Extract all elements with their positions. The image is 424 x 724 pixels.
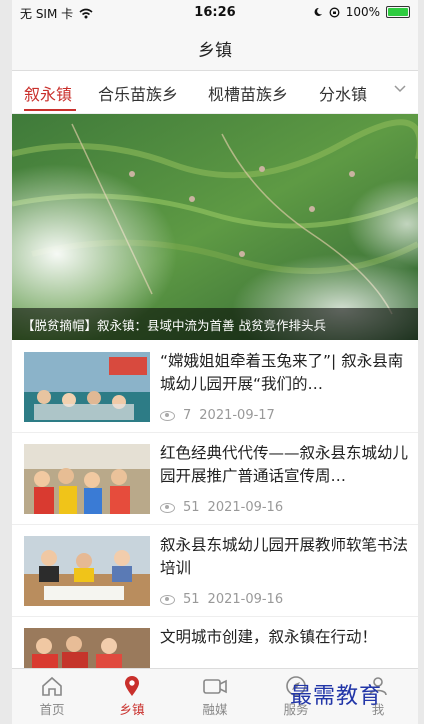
eye-icon [160,410,175,421]
article-thumbnail [24,444,150,514]
location-pin-icon [125,676,139,696]
tabbar-label: 融媒 [202,702,228,717]
battery-icon [386,6,410,18]
article-title: 叙永县东城幼儿园开展教师软笔书法培训 [160,536,408,577]
article-date: 2021-09-17 [199,408,275,423]
tab-jiancao[interactable]: 枧槽苗族乡 [208,81,288,105]
watermark-text: 最需教育 [290,684,383,709]
eye-icon [160,502,175,513]
article-title: “嫦娥姐姐牵着玉兔来了”| 叙永县南城幼儿园开展“我们的… [160,352,404,393]
tabbar-label: 首页 [39,702,65,717]
navigation-bar: 乡镇 [12,26,418,71]
video-camera-icon [203,679,227,694]
hero-image [12,114,418,340]
article-date: 2021-09-16 [207,592,284,607]
article-title: 文明城市创建，叙永镇在行动！ [160,628,378,646]
home-icon [42,676,62,696]
view-count: 51 [183,500,200,515]
hero-caption: 【脱贫摘帽】叙永镇：县域中流为首善 战贫竞作排头兵 [12,308,418,340]
tabbar-item-town[interactable]: 乡镇 [92,669,172,724]
battery-percent: 100% [345,5,380,19]
town-tabs: 叙永镇 合乐苗族乡 枧槽苗族乡 分水镇 [12,71,418,114]
article-item[interactable]: “嫦娥姐姐牵着玉兔来了”| 叙永县南城幼儿园开展“我们的… 7 2021-09-… [12,340,418,433]
tab-hele[interactable]: 合乐苗族乡 [98,81,178,105]
page-title: 乡镇 [198,40,232,61]
article-thumbnail [24,352,150,422]
article-title: 红色经典代代传——叙永县东城幼儿园开展推广普通话宣传周… [160,444,408,485]
tabbar-label: 乡镇 [119,702,145,717]
article-item[interactable]: 叙永县东城幼儿园开展教师软笔书法培训 51 2021-09-16 [12,524,418,617]
tabbar-item-media[interactable]: 融媒 [175,669,255,724]
eye-icon [160,594,175,605]
tab-fenshui[interactable]: 分水镇 [319,81,367,105]
hero-banner[interactable]: 【脱贫摘帽】叙永镇：县域中流为首善 战贫竞作排头兵 [12,114,418,340]
chevron-down-icon[interactable] [394,85,406,93]
app-frame: 无 SIM 卡 16:26 100% 乡镇 叙永镇 合乐苗族乡 枧槽苗族乡 分水… [12,0,418,724]
article-date: 2021-09-16 [207,500,284,515]
active-tab-indicator [24,109,76,111]
view-count: 51 [183,592,200,607]
moon-icon [314,7,322,16]
tab-xuyong[interactable]: 叙永镇 [24,81,72,105]
tabbar-item-home[interactable]: 首页 [12,669,92,724]
view-count: 7 [183,408,192,423]
orientation-lock-icon [329,7,340,17]
article-thumbnail [24,536,150,606]
article-item[interactable]: 红色经典代代传——叙永县东城幼儿园开展推广普通话宣传周… 51 2021-09-… [12,432,418,525]
status-bar: 无 SIM 卡 16:26 100% [12,0,418,26]
